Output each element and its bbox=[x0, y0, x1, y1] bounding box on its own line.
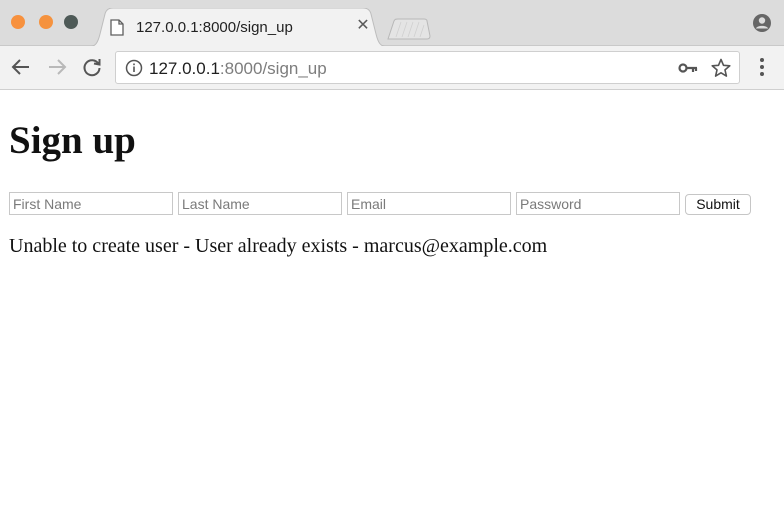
new-tab-button[interactable] bbox=[386, 18, 432, 40]
reload-icon[interactable] bbox=[81, 56, 103, 78]
browser-tab-strip: 127.0.0.1:8000/sign_up ✕ bbox=[0, 0, 784, 47]
window-minimize-button[interactable] bbox=[39, 15, 53, 29]
window-maximize-button[interactable] bbox=[64, 15, 78, 29]
email-input[interactable] bbox=[347, 192, 511, 215]
last-name-input[interactable] bbox=[178, 192, 342, 215]
page-icon bbox=[110, 19, 124, 36]
url-path: :8000/sign_up bbox=[219, 59, 327, 78]
menu-icon[interactable] bbox=[752, 56, 772, 78]
star-icon[interactable] bbox=[710, 57, 732, 79]
error-message: Unable to create user - User already exi… bbox=[9, 235, 548, 257]
first-name-input[interactable] bbox=[9, 192, 173, 215]
url-host: 127.0.0.1 bbox=[149, 59, 220, 78]
key-icon[interactable] bbox=[678, 60, 698, 76]
page-content: Sign up Submit Unable to create user - U… bbox=[0, 91, 784, 520]
profile-icon[interactable] bbox=[752, 13, 772, 33]
address-bar[interactable]: 127.0.0.1:8000/sign_up bbox=[115, 51, 740, 84]
address-url: 127.0.0.1:8000/sign_up bbox=[149, 59, 327, 79]
page-title: Sign up bbox=[9, 119, 136, 162]
tab-title: 127.0.0.1:8000/sign_up bbox=[136, 19, 293, 36]
browser-toolbar: 127.0.0.1:8000/sign_up bbox=[0, 46, 784, 90]
forward-arrow-icon[interactable] bbox=[46, 56, 68, 78]
info-icon[interactable] bbox=[125, 59, 143, 77]
tab-close-icon[interactable]: ✕ bbox=[354, 17, 372, 35]
back-arrow-icon[interactable] bbox=[10, 56, 32, 78]
browser-tab[interactable]: 127.0.0.1:8000/sign_up ✕ bbox=[88, 8, 388, 47]
submit-button[interactable]: Submit bbox=[685, 194, 751, 215]
password-input[interactable] bbox=[516, 192, 680, 215]
window-close-button[interactable] bbox=[11, 15, 25, 29]
